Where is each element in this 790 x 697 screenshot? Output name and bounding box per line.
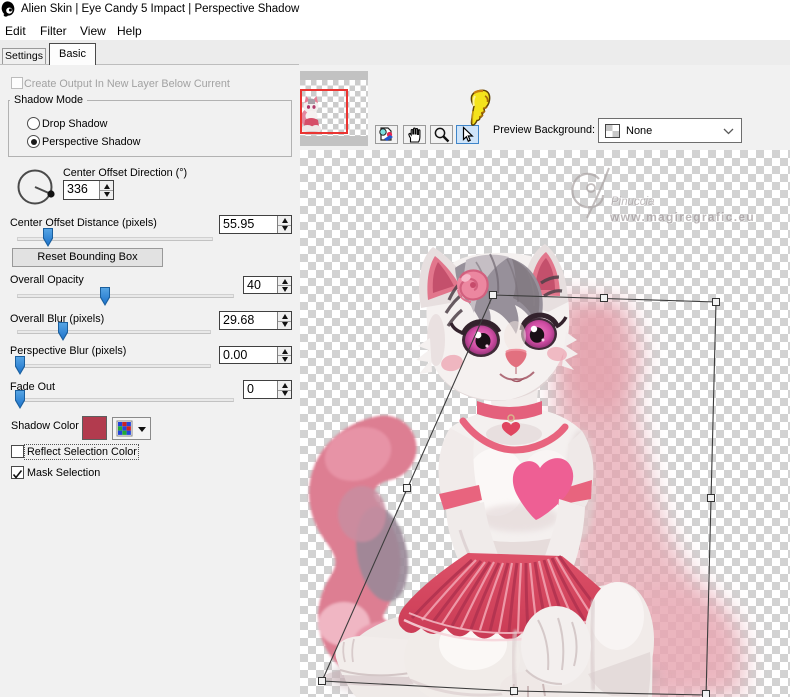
svg-text:www.magiregrafic.eu: www.magiregrafic.eu [609, 210, 755, 224]
svg-text:Pinuccia: Pinuccia [611, 196, 654, 208]
